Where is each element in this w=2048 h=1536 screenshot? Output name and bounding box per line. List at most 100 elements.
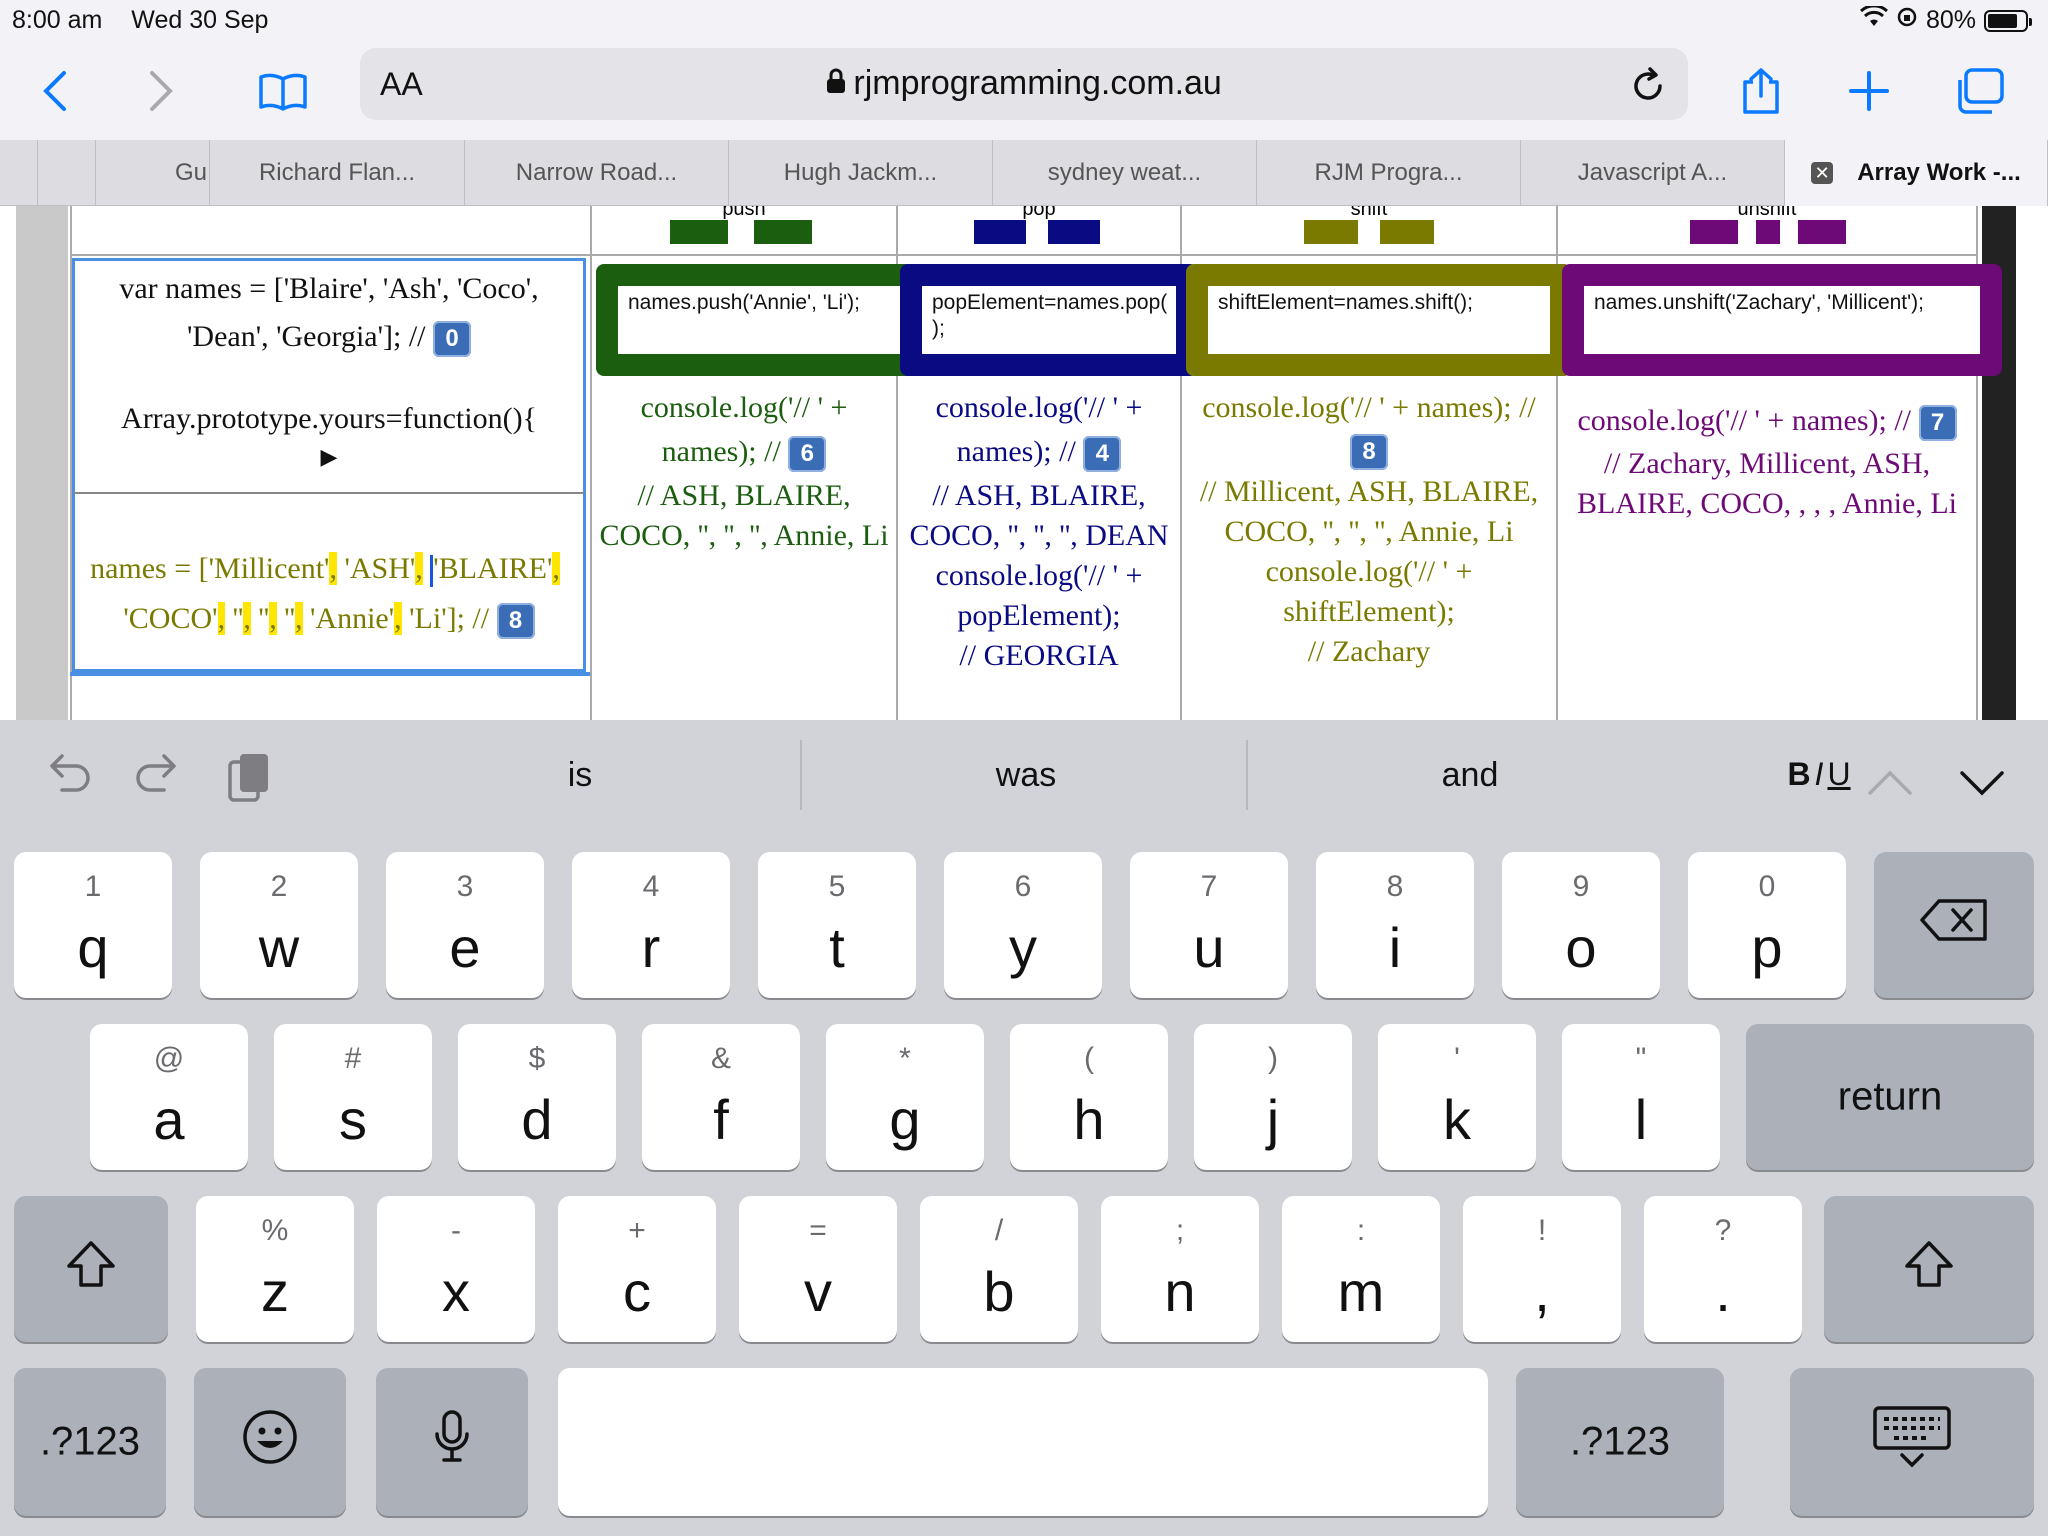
key-o[interactable]: 9o [1502,852,1660,998]
result-editor[interactable]: names = ['Millicent', 'ASH', 'BLAIRE', '… [72,492,586,672]
numbers-key-left[interactable]: .?123 [14,1368,166,1516]
push-log: console.log('// ' + [640,391,848,424]
pop-log: console.log('// ' + [935,391,1143,424]
tab-richard[interactable]: Richard Flan... [210,140,465,206]
underline-label: U [1827,756,1851,792]
code-line: var names = ['Blaire', 'Ash', 'Coco', [119,272,539,305]
tab-blank[interactable] [38,140,96,206]
shift-header: shift [1182,206,1556,256]
unshift-code-input[interactable]: names.unshift('Zachary', 'Millicent'); [1562,264,2002,376]
tab-sydney[interactable]: sydney weat... [993,140,1257,206]
key-primary: u [1193,916,1225,979]
return-key[interactable]: return [1746,1024,2034,1170]
code-editor[interactable]: var names = ['Blaire', 'Ash', 'Coco', 'D… [72,258,586,494]
lock-icon [826,68,853,100]
key-r[interactable]: 4r [572,852,730,998]
share-icon[interactable] [1726,56,1796,126]
key-u[interactable]: 7u [1130,852,1288,998]
key-x[interactable]: -x [377,1196,535,1342]
dictation-key[interactable] [376,1368,528,1516]
new-tab-icon[interactable] [1834,56,1904,126]
reload-icon[interactable] [1628,56,1668,117]
key-n[interactable]: ; n [1101,1196,1259,1342]
key-d[interactable]: $ d [458,1024,616,1170]
chevron-down-icon[interactable] [1960,758,2004,808]
key-k[interactable]: ' k [1378,1024,1536,1170]
key-a[interactable]: @ a [90,1024,248,1170]
suggestion-2[interactable]: was [846,756,1206,795]
emoji-key[interactable] [194,1368,346,1516]
chevron-up-icon[interactable] [1868,758,1912,808]
unshift-code: names.unshift('Zachary', 'Millicent'); [1594,291,1924,314]
shift-icon [1824,1240,2034,1298]
key-period[interactable]: ?. [1644,1196,1802,1342]
emoji-icon [194,1409,346,1475]
pop-code-input[interactable]: popElement=names.pop( ); [900,264,1198,376]
key-s[interactable]: # s [274,1024,432,1170]
key-primary: v [804,1260,832,1323]
back-button[interactable] [20,56,90,126]
status-time: 8:00 am [12,6,103,34]
key-secondary: ! [1537,1214,1547,1247]
tab-rjm[interactable]: RJM Progra... [1257,140,1521,206]
unshift-output: console.log('// ' + names); // 7 // Zach… [1560,398,1974,524]
key-g[interactable]: * g [826,1024,984,1170]
shift-key-left[interactable] [14,1196,168,1342]
key-w[interactable]: 2w [200,852,358,998]
key-comma[interactable]: !, [1463,1196,1621,1342]
key-secondary: = [809,1214,827,1247]
tab-pinned[interactable] [0,140,38,206]
key-v[interactable]: = v [739,1196,897,1342]
key-primary: p [1751,916,1783,979]
key-p[interactable]: 0p [1688,852,1846,998]
key-j[interactable]: ) j [1194,1024,1352,1170]
suggestion-1[interactable]: is [400,756,760,795]
key-h[interactable]: (h [1010,1024,1168,1170]
address-bar[interactable]: AA rjmprogramming.com.au [360,48,1688,120]
key-t[interactable]: 5t [758,852,916,998]
key-secondary: 4 [642,870,660,903]
tab-gu[interactable]: Gu [96,140,210,206]
key-y[interactable]: 6y [944,852,1102,998]
tab-hugh[interactable]: Hugh Jackm... [729,140,993,206]
space-bar[interactable] [558,1368,1488,1516]
undo-icon[interactable] [44,750,94,805]
url-display[interactable]: rjmprogramming.com.au [360,64,1688,103]
push-code-input[interactable]: names.push('Annie', 'Li'); [596,264,922,376]
key-q[interactable]: 1q [14,852,172,998]
redo-icon[interactable] [132,750,182,805]
format-button[interactable]: BIU [1764,756,1874,793]
key-f[interactable]: & f [642,1024,800,1170]
key-c[interactable]: + c [558,1196,716,1342]
numbers-label: .?123 [1569,1419,1671,1464]
key-l[interactable]: " l [1562,1024,1720,1170]
tab-javascript[interactable]: Javascript A... [1521,140,1785,206]
key-primary: b [983,1260,1015,1323]
key-primary: , [1534,1260,1550,1323]
numbers-key-right[interactable]: .?123 [1516,1368,1724,1516]
delete-key[interactable] [1874,852,2034,998]
close-tab-icon[interactable]: ✕ [1811,162,1834,184]
unshift-result: // Zachary, Millicent, ASH, BLAIRE, COCO… [1577,447,1957,520]
hide-keyboard-key[interactable] [1790,1368,2034,1516]
key-i[interactable]: 8i [1316,852,1474,998]
shift-icon [14,1240,168,1298]
shift-code-input[interactable]: shiftElement=names.shift(); [1186,264,1572,376]
key-secondary: @ [153,1042,185,1075]
pop-log: names); // [956,435,1076,468]
key-z[interactable]: % z [196,1196,354,1342]
result-line: 'COCO', '', '', '', 'Annie', 'Li']; // 8 [75,594,583,644]
forward-button[interactable] [126,56,196,126]
bookmarks-icon[interactable] [248,56,318,126]
key-b[interactable]: / b [920,1196,1078,1342]
key-m[interactable]: :m [1282,1196,1440,1342]
suggestion-3[interactable]: and [1290,756,1650,795]
shift-key-right[interactable] [1824,1196,2034,1342]
tabs-overview-icon[interactable] [1944,56,2014,126]
key-secondary: 6 [1014,870,1032,903]
disclosure-triangle-icon[interactable]: ▶ [75,443,583,471]
tab-narrow-road[interactable]: Narrow Road... [465,140,729,206]
paste-icon[interactable] [224,750,274,815]
key-e[interactable]: 3e [386,852,544,998]
tab-array-work[interactable]: ✕ Array Work -... [1785,140,2048,206]
